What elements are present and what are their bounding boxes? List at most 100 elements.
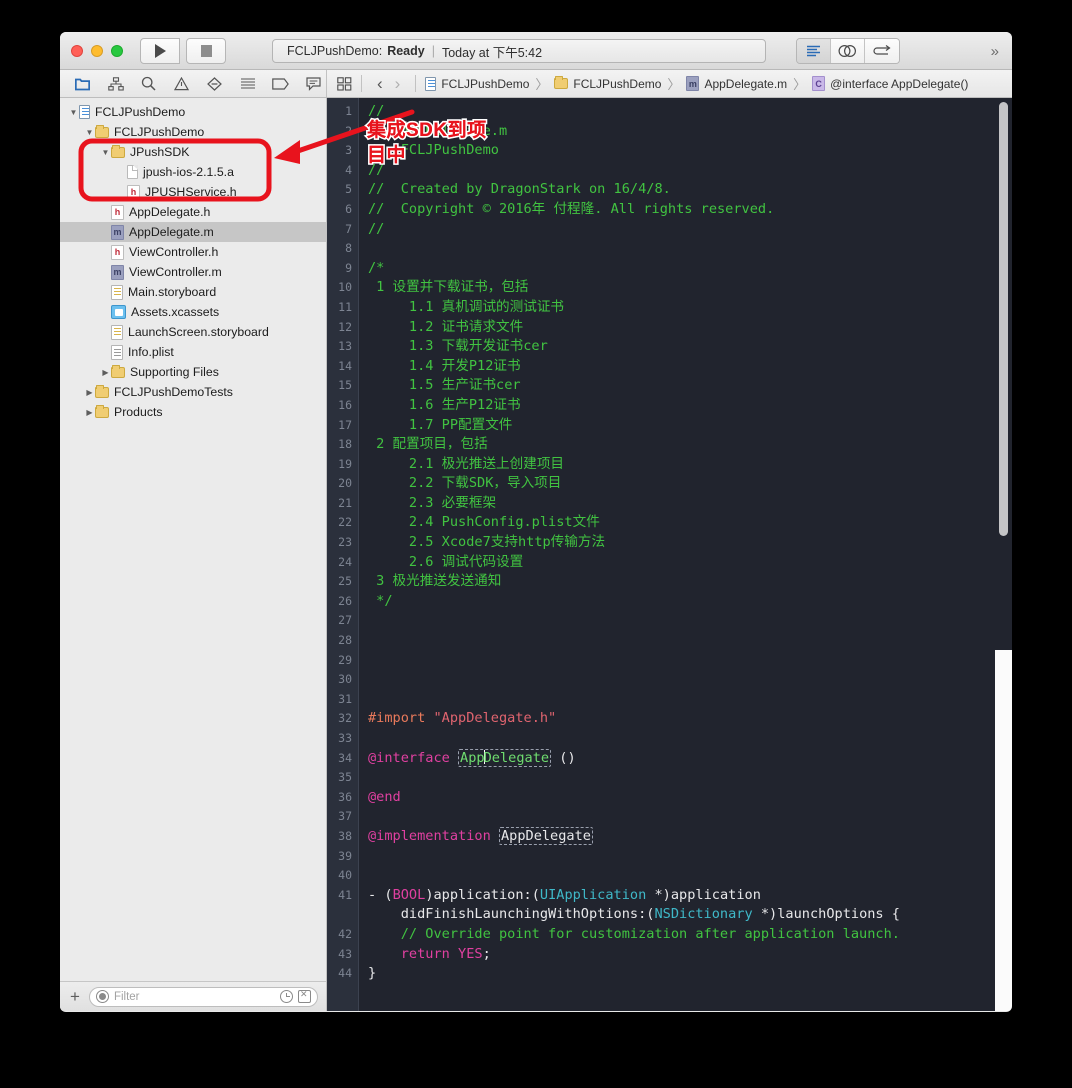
file-tree-row-label: AppDelegate.m — [129, 224, 214, 239]
editor-vertical-scrollbar[interactable] — [999, 102, 1008, 1007]
code-line: @implementation AppDelegate — [368, 826, 1012, 847]
status-state: Ready — [387, 44, 425, 58]
objc-m-file-icon: m — [111, 224, 124, 240]
line-number: 2 — [345, 123, 352, 138]
source-code-editor[interactable]: 1 2 3 4 5 6 7 8 9 10 11 12 13 14 15 16 17 18 19 20 21 22 23 24 2… — [327, 98, 1012, 1011]
editor-mode-segmented-control[interactable] — [796, 38, 900, 64]
navigate-back-button[interactable]: ‹ — [371, 74, 389, 94]
code-span: *)application — [646, 886, 761, 903]
source-control-filter-icon[interactable] — [298, 989, 311, 1003]
code-line: 1.5 生产证书cer — [368, 376, 1012, 396]
code-line: 2.6 调试代码设置 — [368, 553, 1012, 573]
file-tree-row-label: ViewController.h — [129, 244, 219, 259]
maximize-window-button[interactable] — [111, 45, 123, 57]
add-button[interactable]: + — [68, 988, 82, 1005]
file-tree-row[interactable]: h JPUSHService.h — [60, 182, 326, 202]
file-tree-row[interactable]: h ViewController.h — [60, 242, 326, 262]
file-tree-row[interactable]: Info.plist — [60, 342, 326, 362]
breadcrumb-group[interactable]: FCLJPushDemo — [554, 76, 661, 91]
breadcrumb-symbol[interactable]: C @interface AppDelegate() — [812, 76, 968, 91]
toolbar-overflow-button[interactable]: » — [991, 43, 999, 60]
file-tree-row[interactable]: Main.storyboard — [60, 282, 326, 302]
disclosure-triangle-open-icon[interactable]: ▼ — [84, 128, 95, 137]
close-window-button[interactable] — [71, 45, 83, 57]
line-number: 43 — [338, 946, 352, 961]
line-number: 42 — [338, 926, 352, 941]
disclosure-triangle-closed-icon[interactable]: ▶ — [100, 368, 111, 377]
code-token-placeholder[interactable]: AppDelegate — [498, 826, 593, 845]
file-tree-row[interactable]: ▶ Supporting Files — [60, 362, 326, 382]
disclosure-triangle-closed-icon[interactable]: ▶ — [84, 408, 95, 417]
code-line: 1.4 开发P12证书 — [368, 357, 1012, 377]
code-text[interactable]: //// AppDelegate.m// FCLJPushDemo//// Cr… — [359, 98, 1012, 1011]
file-tree-row[interactable]: h AppDelegate.h — [60, 202, 326, 222]
report-navigator-icon[interactable] — [305, 76, 322, 91]
objc-m-file-icon: m — [111, 264, 124, 280]
run-button[interactable] — [140, 38, 180, 64]
line-number: 25 — [338, 574, 352, 589]
related-items-icon[interactable] — [337, 76, 352, 91]
breadcrumb-file[interactable]: m AppDelegate.m — [686, 76, 787, 91]
code-span: 2.1 极光推送上创建项目 — [368, 455, 565, 472]
breadcrumb-project[interactable]: FCLJPushDemo — [425, 76, 529, 91]
file-tree-row[interactable]: m ViewController.m — [60, 262, 326, 282]
text-caret — [483, 749, 485, 764]
project-icon — [425, 76, 437, 91]
code-span: 1.6 生产P12证书 — [368, 396, 521, 413]
debug-navigator-icon[interactable] — [239, 76, 256, 91]
filter-input[interactable]: Filter — [88, 986, 318, 1007]
symbol-navigator-icon[interactable] — [107, 76, 124, 91]
file-tree-row-label: Assets.xcassets — [131, 304, 220, 319]
code-line: 1 设置并下载证书，包括 — [368, 278, 1012, 298]
recent-files-icon[interactable] — [280, 990, 293, 1003]
line-number: 44 — [338, 966, 352, 981]
code-token-placeholder[interactable]: AppDelegate — [458, 748, 552, 767]
line-number: 35 — [338, 770, 352, 785]
file-tree-row-label: Products — [114, 404, 163, 419]
file-tree-row[interactable]: Assets.xcassets — [60, 302, 326, 322]
line-number: 17 — [338, 417, 352, 432]
editor-scrollbar-thumb[interactable] — [999, 102, 1008, 537]
file-tree-row-label: Supporting Files — [130, 364, 219, 379]
code-span: *)launchOptions { — [752, 906, 900, 923]
file-tree-row-label: FCLJPushDemoTests — [114, 384, 233, 399]
code-span: 2.4 PushConfig.plist文件 — [368, 514, 600, 531]
issue-navigator-icon[interactable] — [173, 76, 190, 91]
navigator-selector-bar — [60, 70, 327, 97]
assistant-editor-button[interactable] — [831, 39, 865, 63]
file-tree-row[interactable]: LaunchScreen.storyboard — [60, 322, 326, 342]
file-tree-row[interactable]: ▼ JPushSDK — [60, 142, 326, 162]
project-navigator-icon[interactable] — [74, 76, 91, 91]
navigate-forward-button[interactable]: › — [389, 74, 407, 94]
folder-icon — [95, 384, 109, 398]
code-span: 3 极光推送发送通知 — [368, 573, 502, 590]
assistant-editor-icon — [838, 44, 857, 58]
code-span: 2 配置项目，包括 — [368, 436, 488, 453]
code-line: 1.1 真机调试的测试证书 — [368, 298, 1012, 318]
code-span: 1 设置并下载证书，包括 — [368, 279, 529, 296]
file-tree-row[interactable]: m AppDelegate.m — [60, 222, 326, 242]
stop-button[interactable] — [186, 38, 226, 64]
filter-scope-icon[interactable] — [95, 990, 109, 1003]
disclosure-triangle-open-icon[interactable]: ▼ — [68, 108, 79, 117]
file-tree-row[interactable]: ▼ FCLJPushDemo — [60, 122, 326, 142]
breakpoint-navigator-icon[interactable] — [272, 76, 289, 91]
test-navigator-icon[interactable] — [206, 76, 223, 91]
objc-h-file-icon: h — [127, 184, 140, 200]
line-number: 30 — [338, 672, 352, 687]
file-tree-row[interactable]: jpush-ios-2.1.5.a — [60, 162, 326, 182]
standard-editor-button[interactable] — [797, 39, 831, 63]
file-tree-row[interactable]: ▶ FCLJPushDemoTests — [60, 382, 326, 402]
line-number: 18 — [338, 437, 352, 452]
version-editor-button[interactable] — [865, 39, 899, 63]
file-tree-row[interactable]: ▼ FCLJPushDemo — [60, 102, 326, 122]
minimize-window-button[interactable] — [91, 45, 103, 57]
disclosure-triangle-open-icon[interactable]: ▼ — [100, 148, 111, 157]
line-number: 34 — [338, 750, 352, 765]
search-navigator-icon[interactable] — [140, 76, 157, 91]
disclosure-triangle-closed-icon[interactable]: ▶ — [84, 388, 95, 397]
file-tree-row[interactable]: ▶ Products — [60, 402, 326, 422]
storyboard-file-icon — [111, 324, 123, 340]
line-number: 27 — [338, 613, 352, 628]
